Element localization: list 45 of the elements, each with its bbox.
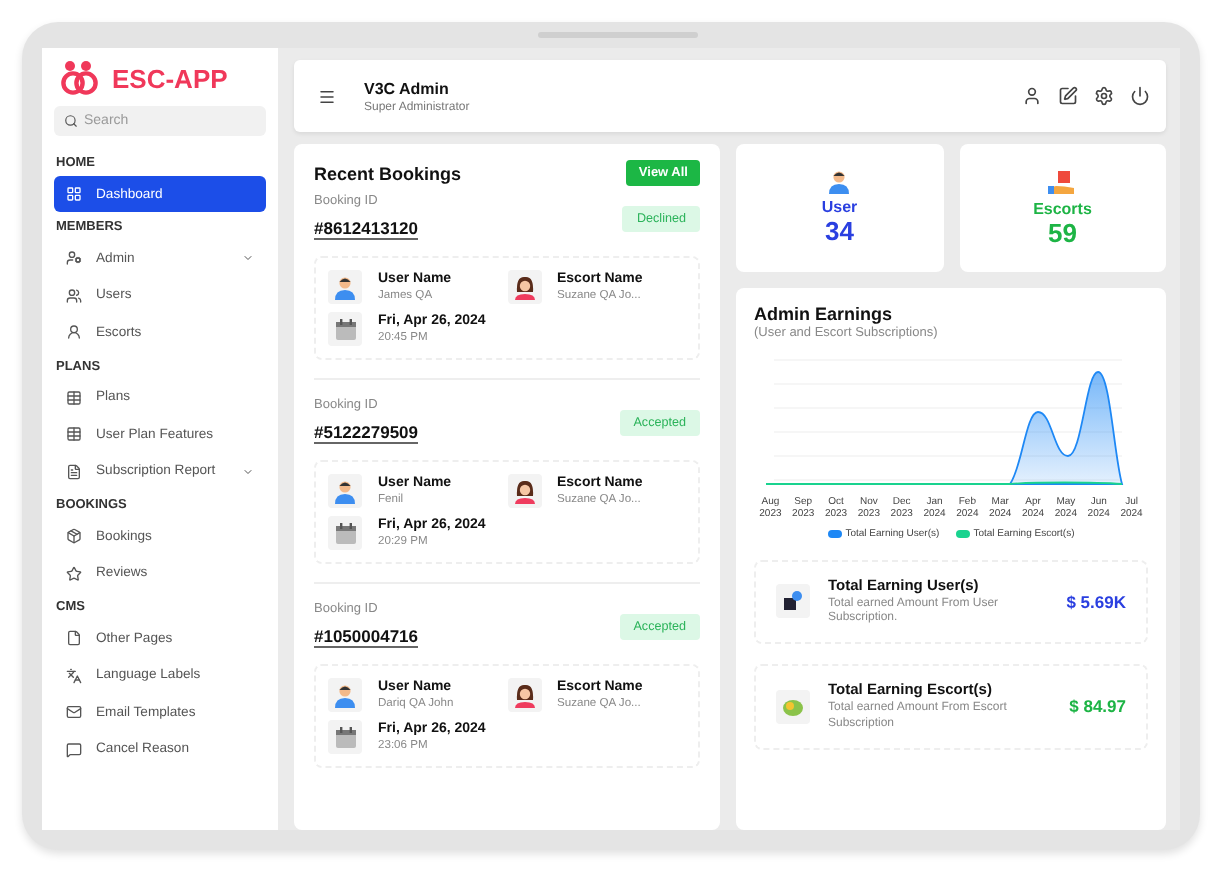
menu-item-icon [66,426,82,443]
menu-item-icon [66,186,82,202]
stat-value: 59 [1048,217,1077,247]
menu-item-icon [66,528,82,545]
booking-id[interactable]: #8612413120 [314,218,419,240]
menu-item-icon [66,250,82,267]
admin-name: V3C Admin [364,79,451,97]
menu-item-icon [66,704,82,721]
calendar-icon [333,317,357,341]
menu-item-icon [66,287,82,304]
user-avatar-icon [334,683,356,707]
calendar-icon [333,725,357,749]
app-logo-text: ESC-APP [112,63,228,93]
profile-icon[interactable] [1022,86,1042,106]
calendar-icon [333,521,357,545]
earning-amount: $ 84.97 [1069,696,1126,717]
search-icon [64,114,78,128]
menu-item-icon [66,565,82,582]
user-avatar-icon [334,479,356,503]
booking-id[interactable]: #1050004716 [314,626,419,648]
woman-avatar-icon [513,683,535,707]
woman-avatar-icon [513,275,535,299]
menu-icon[interactable] [318,87,336,105]
settings-icon[interactable] [1094,86,1114,106]
chevron-down-icon [242,465,254,478]
earning-amount: $ 5.69K [1066,591,1126,612]
card-title: Admin Earnings [754,304,895,324]
card-title: Recent Bookings [314,163,462,183]
stat-label: Escorts [1033,199,1092,217]
user-avatar-icon [334,275,356,299]
rings-logo-icon [60,60,104,96]
menu-item-icon [66,463,82,480]
menu-item-icon [66,389,82,406]
menu-item-icon [66,630,82,647]
menu-item-icon [66,324,82,341]
stat-value: 34 [825,216,854,246]
edit-icon[interactable] [1058,86,1078,106]
user-avatar-icon [828,170,851,194]
power-icon[interactable] [1130,86,1150,106]
menu-item-icon [66,667,82,684]
menu-item-icon [66,741,82,758]
chevron-down-icon [242,252,254,265]
stat-label: User [821,198,858,216]
booking-id[interactable]: #5122279509 [314,422,419,444]
woman-avatar-icon [513,479,535,503]
